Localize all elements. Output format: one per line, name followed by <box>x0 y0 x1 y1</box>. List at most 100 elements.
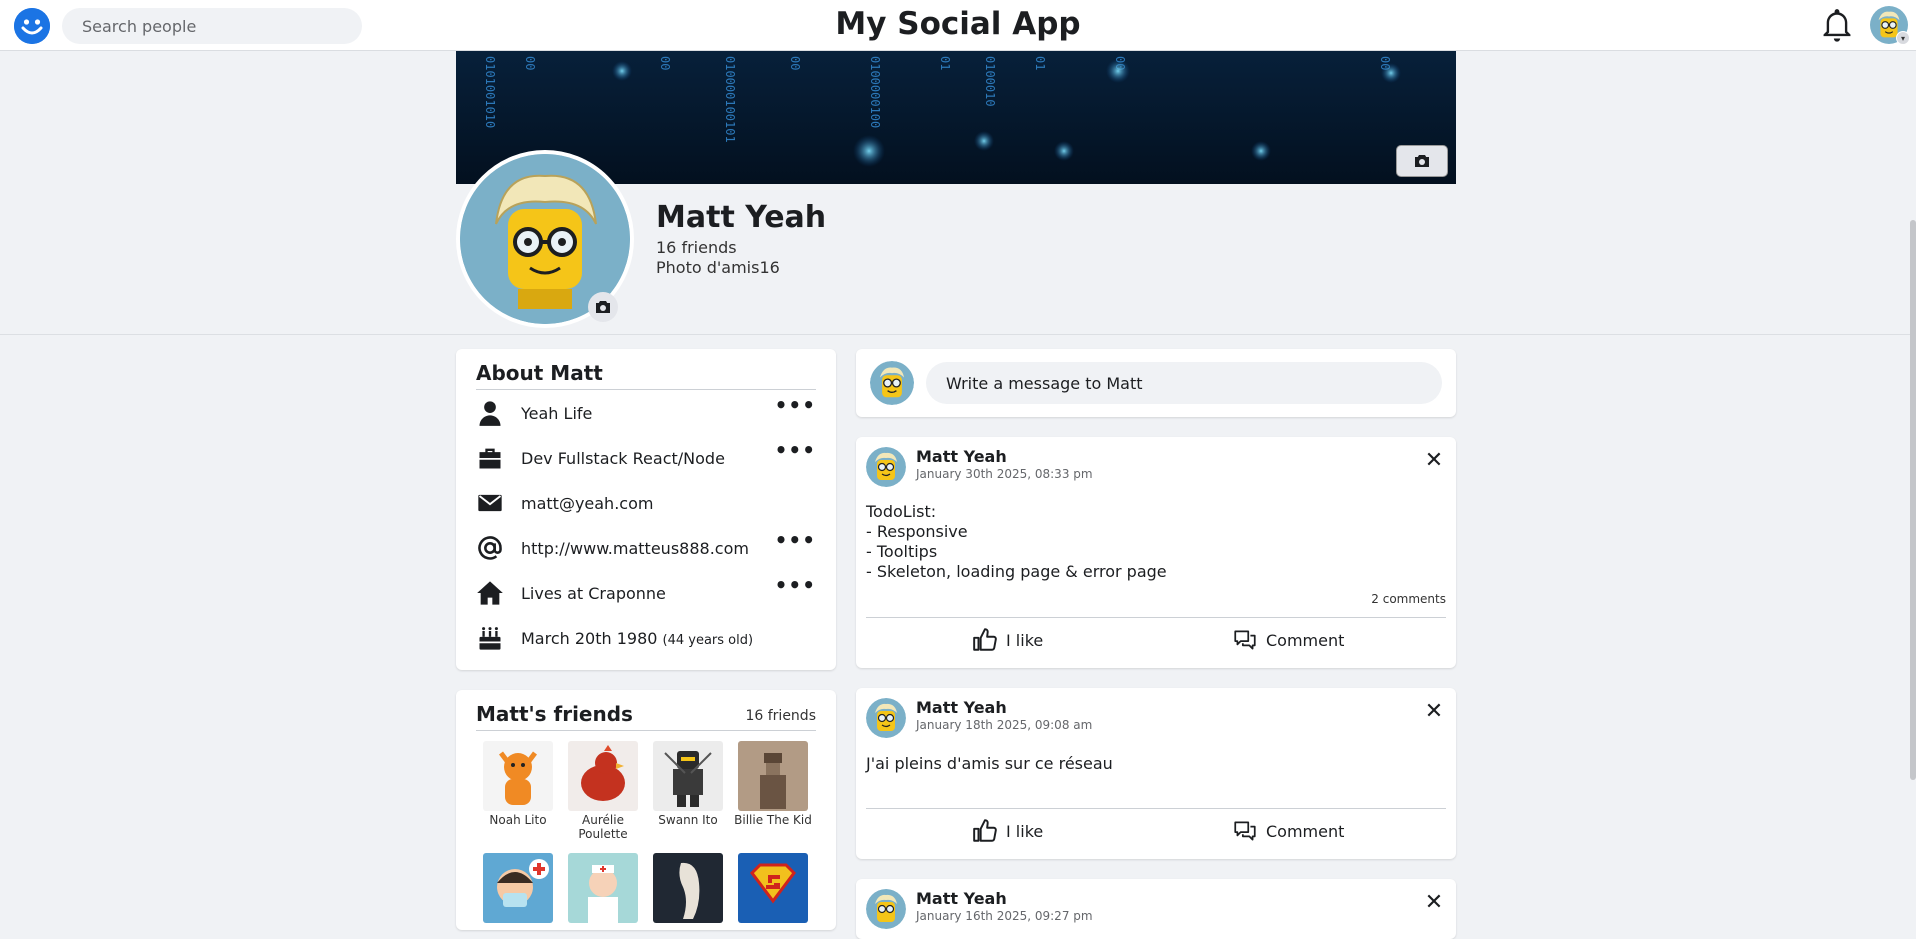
about-item-job: Dev Fullstack React/Node ••• <box>476 438 816 484</box>
about-item-text[interactable]: matt@yeah.com <box>521 494 653 513</box>
friend-item[interactable] <box>731 853 815 923</box>
post-author-avatar[interactable] <box>866 698 906 738</box>
close-icon[interactable]: ✕ <box>1422 449 1446 473</box>
change-avatar-button[interactable] <box>588 292 618 322</box>
change-cover-photo-button[interactable] <box>1396 145 1448 177</box>
more-options-icon[interactable]: ••• <box>775 528 816 552</box>
about-card: About Matt Yeah Life ••• Dev Fullstack R… <box>456 349 836 670</box>
envelope-icon <box>478 494 502 512</box>
friend-avatar <box>568 853 638 923</box>
svg-text:00: 00 <box>788 56 802 70</box>
friend-item[interactable] <box>476 853 560 923</box>
post-body: TodoList: - Responsive - Tooltips - Skel… <box>866 502 1167 581</box>
chevron-down-icon[interactable]: ▾ <box>1896 31 1910 45</box>
svg-text:00: 00 <box>658 56 672 70</box>
svg-text:01: 01 <box>938 56 952 70</box>
friend-name: Swann Ito <box>658 813 718 827</box>
friend-name: Aurélie Poulette <box>578 813 628 841</box>
post-author-name[interactable]: Matt Yeah <box>916 447 1007 466</box>
about-item-text: Dev Fullstack React/Node <box>521 449 725 468</box>
about-item-birthday: March 20th 1980 (44 years old) <box>476 624 816 664</box>
more-options-icon[interactable]: ••• <box>775 438 816 462</box>
like-button[interactable]: I like <box>972 623 1043 657</box>
friend-avatar <box>483 741 553 811</box>
thumbs-up-icon <box>973 819 997 842</box>
close-icon[interactable]: ✕ <box>1422 700 1446 724</box>
camera-icon <box>596 301 610 313</box>
app-logo-icon[interactable] <box>14 8 50 44</box>
friend-avatar <box>653 741 723 811</box>
about-item-text[interactable]: http://www.matteus888.com <box>521 539 749 558</box>
friend-avatar <box>738 741 808 811</box>
cover-photo: 0101001010 00 00 010000100101 00 0100000… <box>456 51 1456 184</box>
post-card: Matt Yeah January 18th 2025, 09:08 am ✕ … <box>856 688 1456 859</box>
post-author-avatar[interactable] <box>866 889 906 929</box>
like-label: I like <box>1006 821 1044 841</box>
camera-icon <box>1415 155 1429 167</box>
profile-friends-count[interactable]: 16 friends <box>656 238 737 257</box>
profile-name: Matt Yeah <box>656 200 827 235</box>
briefcase-icon <box>479 448 501 469</box>
post-author-name[interactable]: Matt Yeah <box>916 889 1007 908</box>
profile-photo-label: Photo d'amis16 <box>656 258 780 277</box>
svg-text:010000100101: 010000100101 <box>723 56 737 143</box>
at-icon <box>478 536 502 560</box>
birthday-cake-icon <box>479 627 501 650</box>
post-composer <box>856 349 1456 417</box>
friend-avatar <box>653 853 723 923</box>
friend-avatar <box>568 741 638 811</box>
friend-item[interactable] <box>561 853 645 923</box>
scrollbar[interactable] <box>1910 220 1916 780</box>
comment-button[interactable]: Comment <box>1232 814 1344 848</box>
comment-icon <box>1234 821 1256 841</box>
comment-button[interactable]: Comment <box>1232 623 1344 657</box>
post-date: January 16th 2025, 09:27 pm <box>916 909 1093 923</box>
post-author-name[interactable]: Matt Yeah <box>916 698 1007 717</box>
about-item-status: Yeah Life ••• <box>476 393 816 439</box>
friend-item[interactable]: Swann Ito <box>646 741 730 827</box>
divider <box>866 617 1446 618</box>
top-navbar: My Social App ▾ <box>0 0 1916 51</box>
post-message-input[interactable] <box>926 362 1442 404</box>
notification-bell-icon[interactable] <box>1818 6 1856 44</box>
svg-text:0101001010: 0101001010 <box>483 56 497 128</box>
more-options-icon[interactable]: ••• <box>775 573 816 597</box>
friend-item[interactable] <box>646 853 730 923</box>
post-author-avatar[interactable] <box>866 447 906 487</box>
post-body: J'ai pleins d'amis sur ce réseau <box>866 754 1113 773</box>
thumbs-up-icon <box>973 628 997 651</box>
user-icon <box>479 401 501 426</box>
like-label: I like <box>1006 630 1044 650</box>
comment-label: Comment <box>1266 821 1345 841</box>
friends-total[interactable]: 16 friends <box>745 708 816 724</box>
birthday-date: March 20th 1980 <box>521 629 658 648</box>
composer-avatar <box>870 361 914 405</box>
svg-text:00: 00 <box>523 56 537 70</box>
friend-item[interactable]: Noah Lito <box>476 741 560 827</box>
post-card: Matt Yeah January 16th 2025, 09:27 pm ✕ <box>856 879 1456 939</box>
friend-name: Noah Lito <box>489 813 547 827</box>
divider <box>866 808 1446 809</box>
svg-text:0100000100: 0100000100 <box>868 56 882 128</box>
svg-text:01: 01 <box>1033 56 1047 70</box>
friend-item[interactable]: Billie The Kid <box>731 741 815 827</box>
comments-count[interactable]: 2 comments <box>1371 592 1446 606</box>
friend-name: Billie The Kid <box>734 813 812 827</box>
post-date: January 30th 2025, 08:33 pm <box>916 467 1093 481</box>
more-options-icon[interactable]: ••• <box>775 393 816 417</box>
friends-card: Matt's friends 16 friends Noah Lito Auré… <box>456 690 836 930</box>
account-avatar[interactable]: ▾ <box>1870 6 1910 45</box>
about-item-email: matt@yeah.com <box>476 489 816 529</box>
comment-icon <box>1234 630 1256 650</box>
about-title: About Matt <box>476 361 603 385</box>
search-input[interactable] <box>62 8 362 44</box>
divider <box>476 730 816 731</box>
friend-item[interactable]: Aurélie Poulette <box>561 741 645 841</box>
about-item-text: Yeah Life <box>521 404 593 423</box>
close-icon[interactable]: ✕ <box>1422 891 1446 915</box>
birthday-age: (44 years old) <box>662 633 754 648</box>
about-item-text: Lives at Craponne <box>521 584 666 603</box>
post-date: January 18th 2025, 09:08 am <box>916 718 1093 732</box>
friend-avatar <box>483 853 553 923</box>
like-button[interactable]: I like <box>972 814 1043 848</box>
